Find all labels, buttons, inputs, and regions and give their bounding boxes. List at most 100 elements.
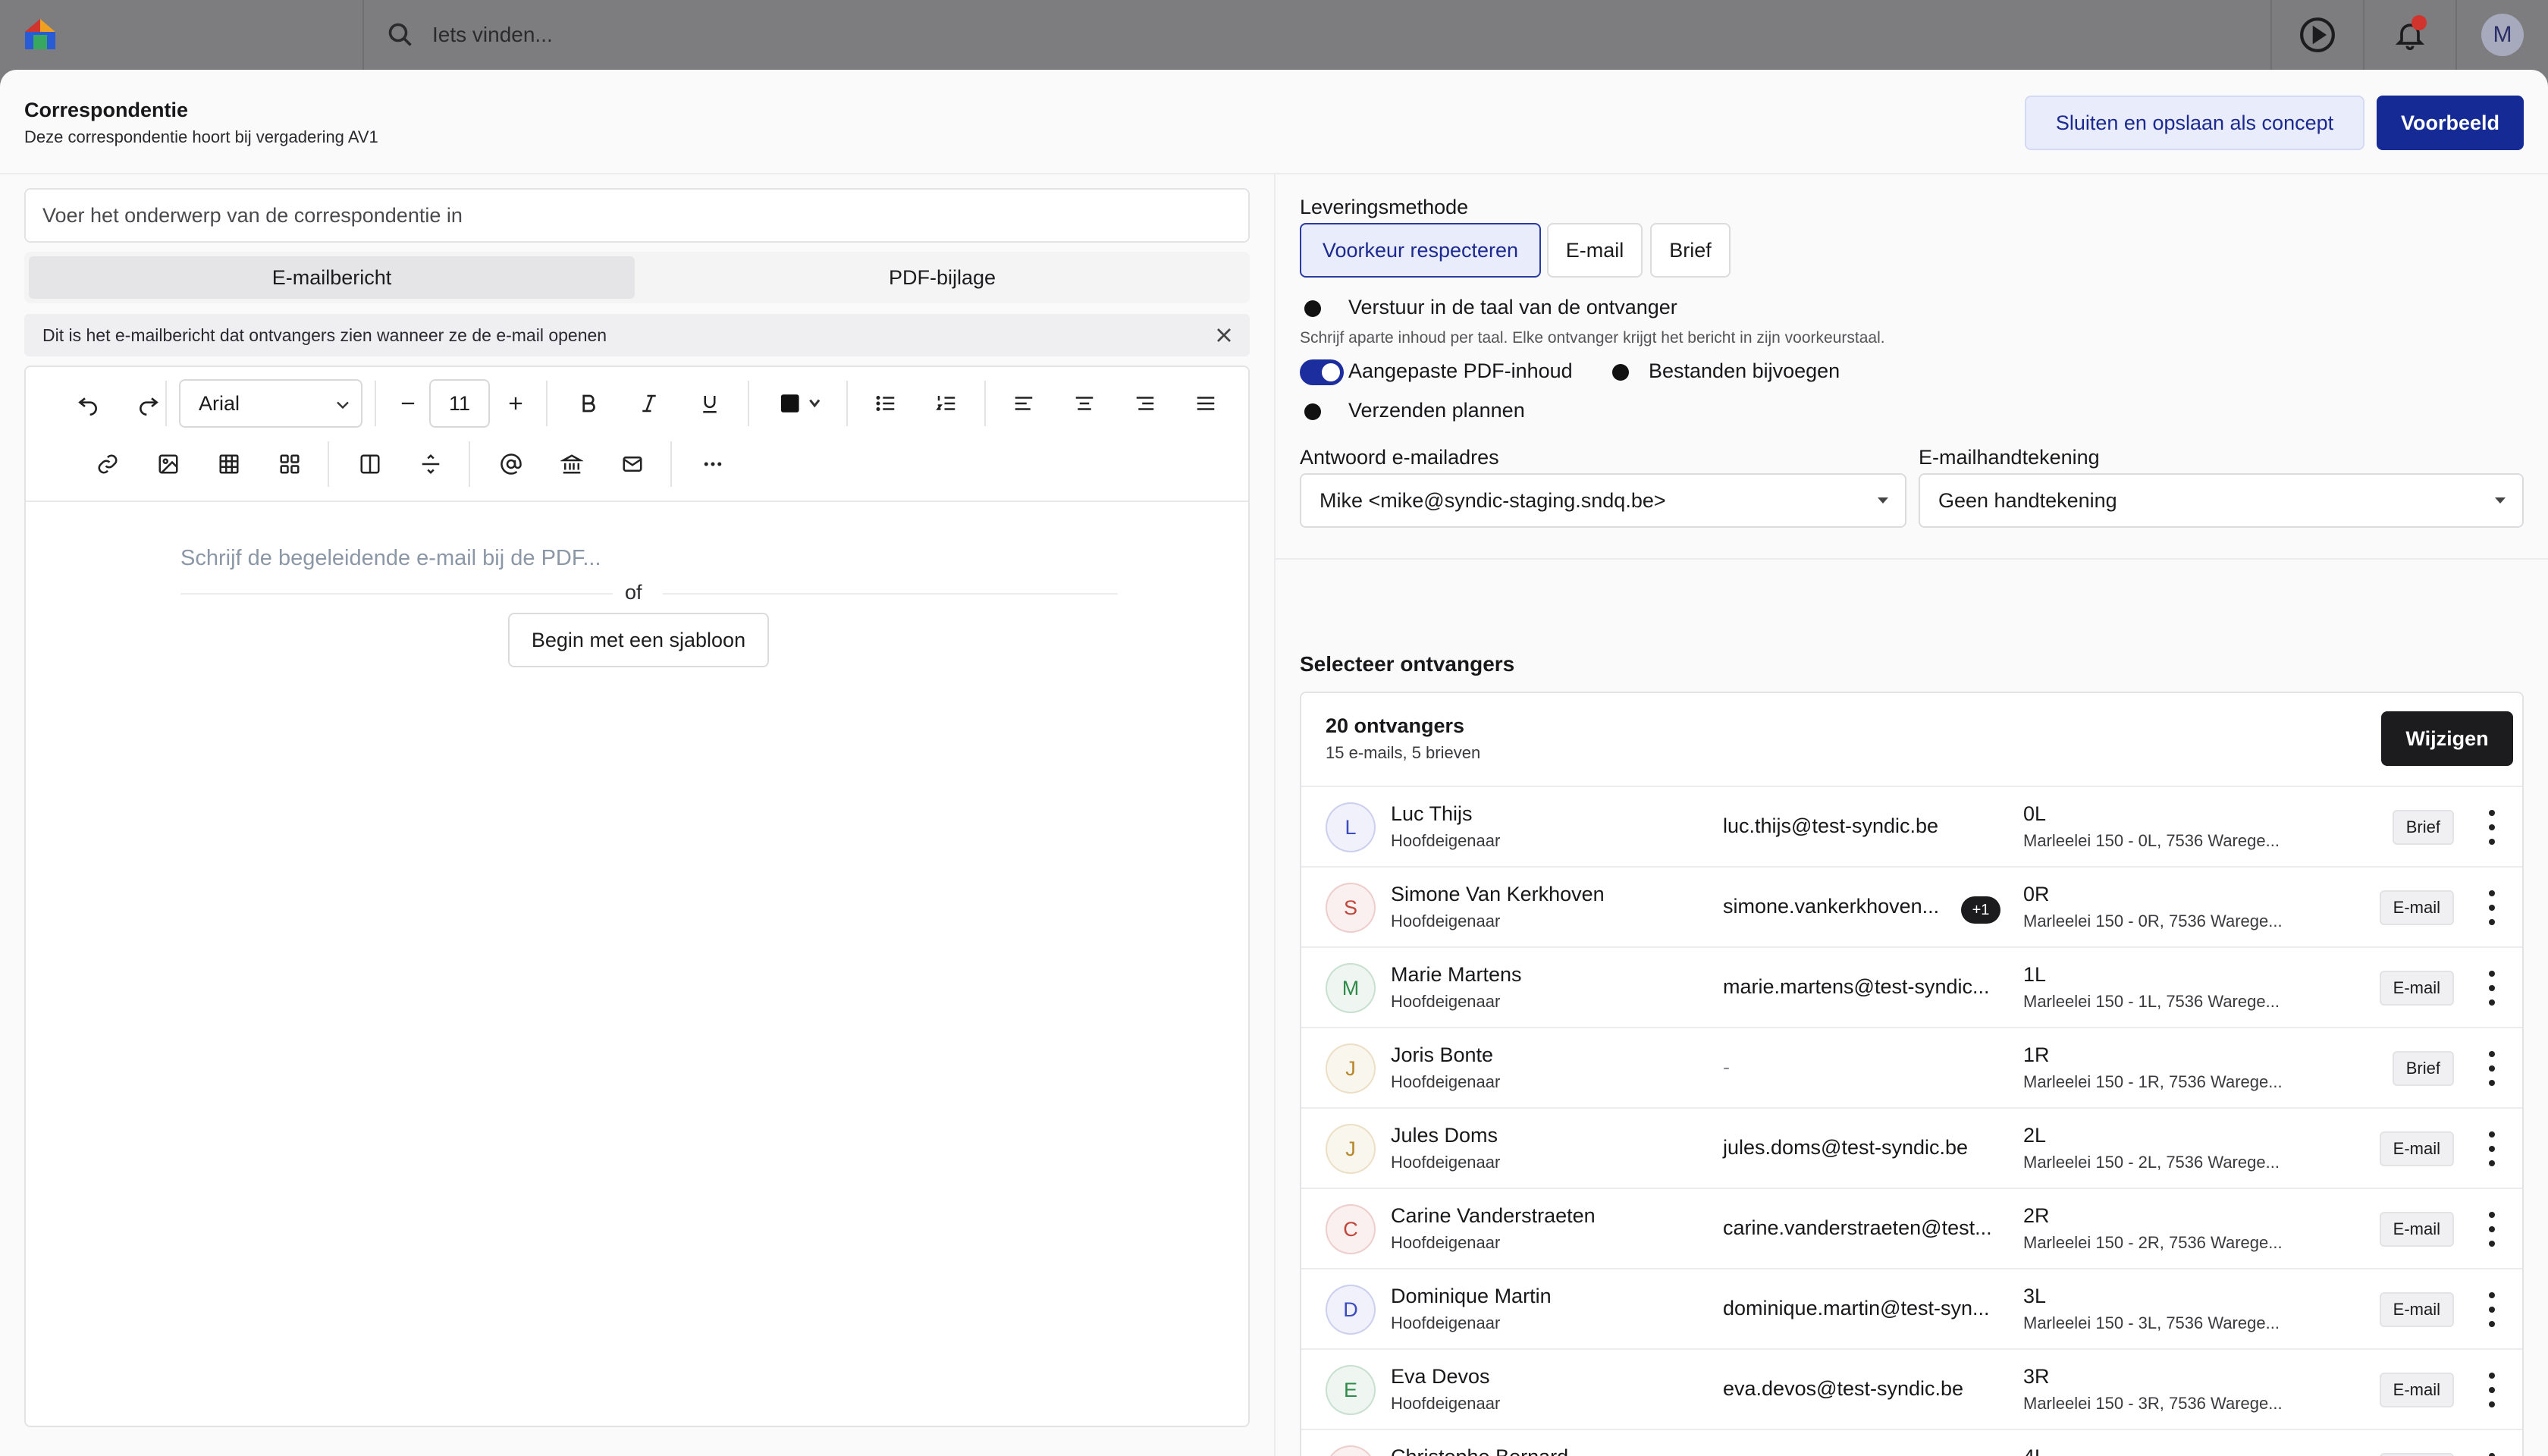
toolbar-divider bbox=[469, 441, 470, 487]
play-button[interactable] bbox=[2270, 0, 2363, 70]
tab-email-message[interactable]: E-mailbericht bbox=[29, 256, 635, 299]
reply-address-select[interactable]: Mike <mike@syndic-staging.sndq.be> bbox=[1300, 473, 1906, 528]
align-right-button[interactable] bbox=[1122, 381, 1168, 426]
recipient-email: luc.thijs@test-syndic.be bbox=[1723, 814, 1939, 837]
subject-input[interactable] bbox=[24, 188, 1250, 243]
image-button[interactable] bbox=[146, 441, 191, 487]
avatar: S bbox=[1326, 883, 1376, 933]
align-justify-button[interactable] bbox=[1183, 381, 1228, 426]
table-row[interactable]: CChristophe BernardHoofdeigenaarchristop… bbox=[1301, 1430, 2522, 1456]
more-vertical-icon[interactable] bbox=[2484, 971, 2499, 1006]
table-row[interactable]: L Luc Thijs Hoofdeigenaar luc.thijs@test-sy… bbox=[1301, 787, 2522, 868]
decrease-font-button[interactable] bbox=[385, 381, 431, 426]
more-vertical-icon[interactable] bbox=[2484, 1373, 2499, 1407]
columns-button[interactable] bbox=[347, 441, 393, 487]
toolbar-divider bbox=[375, 381, 376, 426]
columns-icon bbox=[360, 454, 380, 474]
language-toggle[interactable] bbox=[1304, 300, 1321, 317]
italic-button[interactable] bbox=[626, 381, 672, 426]
page-subtitle: Deze correspondentie hoort bij vergaderi… bbox=[24, 127, 378, 146]
undo-button[interactable] bbox=[65, 381, 111, 426]
redo-button[interactable] bbox=[126, 381, 171, 426]
delivery-option-letter[interactable]: Brief bbox=[1650, 223, 1731, 278]
bullet-list-button[interactable] bbox=[863, 381, 908, 426]
align-left-button[interactable] bbox=[1001, 381, 1046, 426]
rich-text-editor: Arial 11 Schrijf de begeleidende e-mail … bbox=[24, 366, 1250, 1427]
recipient-unit: 4L bbox=[2023, 1445, 2046, 1456]
recipient-unit: 1R bbox=[2023, 1043, 2050, 1066]
numbered-list-button[interactable] bbox=[924, 381, 969, 426]
more-vertical-icon[interactable] bbox=[2484, 1292, 2499, 1327]
attach-files-label: Bestanden bijvoegen bbox=[1649, 359, 1840, 382]
schedule-toggle[interactable] bbox=[1304, 403, 1321, 420]
start-template-button[interactable]: Begin met een sjabloon bbox=[508, 613, 769, 667]
divider-button[interactable] bbox=[408, 441, 453, 487]
more-vertical-icon[interactable] bbox=[2484, 1212, 2499, 1247]
preview-button[interactable]: Voorbeeld bbox=[2377, 96, 2524, 150]
home-logo-icon[interactable] bbox=[23, 17, 58, 52]
align-left-icon bbox=[1015, 397, 1033, 410]
extra-emails-badge[interactable]: +1 bbox=[1961, 896, 2000, 924]
toolbar-divider bbox=[984, 381, 986, 426]
recipient-email: jules.doms@test-syndic.be bbox=[1723, 1136, 1969, 1159]
delivery-option-preference[interactable]: Voorkeur respecteren bbox=[1300, 223, 1541, 278]
more-vertical-icon[interactable] bbox=[2484, 1051, 2499, 1086]
more-options-button[interactable] bbox=[690, 441, 736, 487]
table-row[interactable]: S Simone Van Kerkhoven Hoofdeigenaar simone… bbox=[1301, 868, 2522, 948]
link-button[interactable] bbox=[85, 441, 130, 487]
delivery-method-label: Leveringsmethode bbox=[1300, 196, 1469, 218]
separator-icon bbox=[422, 453, 440, 475]
font-size-input[interactable]: 11 bbox=[429, 379, 490, 428]
or-label: of bbox=[625, 581, 642, 604]
blocks-button[interactable] bbox=[267, 441, 312, 487]
email-body-placeholder[interactable]: Schrijf de begeleidende e-mail bij de PD… bbox=[180, 546, 601, 571]
align-center-button[interactable] bbox=[1062, 381, 1107, 426]
global-search bbox=[387, 18, 1115, 52]
signature-select[interactable]: Geen handtekening bbox=[1919, 473, 2524, 528]
table-row[interactable]: D Dominique Martin Hoofdeigenaar dominique.… bbox=[1301, 1269, 2522, 1350]
text-color-button[interactable] bbox=[772, 381, 833, 426]
table-row[interactable]: M Marie Martens Hoofdeigenaar marie.martens… bbox=[1301, 948, 2522, 1028]
info-banner-text: Dit is het e-mailbericht dat ontvangers … bbox=[42, 325, 607, 345]
table-row[interactable]: J Jules Doms Hoofdeigenaar jules.doms@test-… bbox=[1301, 1109, 2522, 1189]
delivery-type-badge: E-mail bbox=[2379, 1373, 2454, 1407]
change-recipients-button[interactable]: Wijzigen bbox=[2381, 711, 2513, 766]
building-button[interactable] bbox=[549, 441, 595, 487]
font-family-select[interactable]: Arial bbox=[179, 379, 362, 428]
close-icon[interactable] bbox=[1212, 323, 1236, 347]
notifications-button[interactable] bbox=[2363, 0, 2455, 70]
more-vertical-icon[interactable] bbox=[2484, 890, 2499, 925]
underline-button[interactable] bbox=[687, 381, 733, 426]
numbered-list-icon bbox=[936, 396, 956, 410]
more-vertical-icon[interactable] bbox=[2484, 810, 2499, 845]
tab-pdf-attachment[interactable]: PDF-bijlage bbox=[639, 256, 1245, 299]
more-vertical-icon[interactable] bbox=[2484, 1131, 2499, 1166]
delivery-option-email[interactable]: E-mail bbox=[1547, 223, 1643, 278]
recipient-email: simone.vankerkhoven... bbox=[1723, 895, 1940, 918]
mention-button[interactable] bbox=[488, 441, 534, 487]
notification-badge bbox=[2412, 15, 2427, 30]
search-input[interactable] bbox=[432, 23, 1115, 47]
recipient-unit: 2R bbox=[2023, 1204, 2050, 1227]
user-menu-button[interactable]: M bbox=[2455, 0, 2548, 70]
custom-pdf-toggle[interactable] bbox=[1300, 359, 1344, 385]
more-vertical-icon[interactable] bbox=[2484, 1453, 2499, 1456]
recipient-role: Hoofdeigenaar bbox=[1391, 1394, 1501, 1413]
bold-button[interactable] bbox=[566, 381, 611, 426]
avatar: C bbox=[1326, 1445, 1376, 1456]
table-row[interactable]: J Joris Bonte Hoofdeigenaar - 1R Marleelei 15… bbox=[1301, 1028, 2522, 1109]
table-row[interactable]: E Eva Devos Hoofdeigenaar eva.devos@test-sy… bbox=[1301, 1350, 2522, 1430]
recipient-name: Jules Doms bbox=[1391, 1124, 1498, 1147]
increase-font-button[interactable] bbox=[493, 381, 538, 426]
recipients-breakdown: 15 e-mails, 5 brieven bbox=[1326, 743, 1481, 762]
delivery-type-badge: E-mail bbox=[2379, 1292, 2454, 1327]
recipient-role: Hoofdeigenaar bbox=[1391, 831, 1501, 850]
table-row[interactable]: C Carine Vanderstraeten Hoofdeigenaar carin… bbox=[1301, 1189, 2522, 1269]
save-draft-button[interactable]: Sluiten en opslaan als concept bbox=[2025, 96, 2364, 150]
attach-files-toggle[interactable] bbox=[1612, 364, 1629, 381]
mail-icon bbox=[623, 457, 642, 472]
delivery-type-badge: E-mail bbox=[2379, 890, 2454, 925]
avatar: M bbox=[2481, 14, 2524, 56]
mail-button[interactable] bbox=[610, 441, 655, 487]
table-button[interactable] bbox=[206, 441, 252, 487]
